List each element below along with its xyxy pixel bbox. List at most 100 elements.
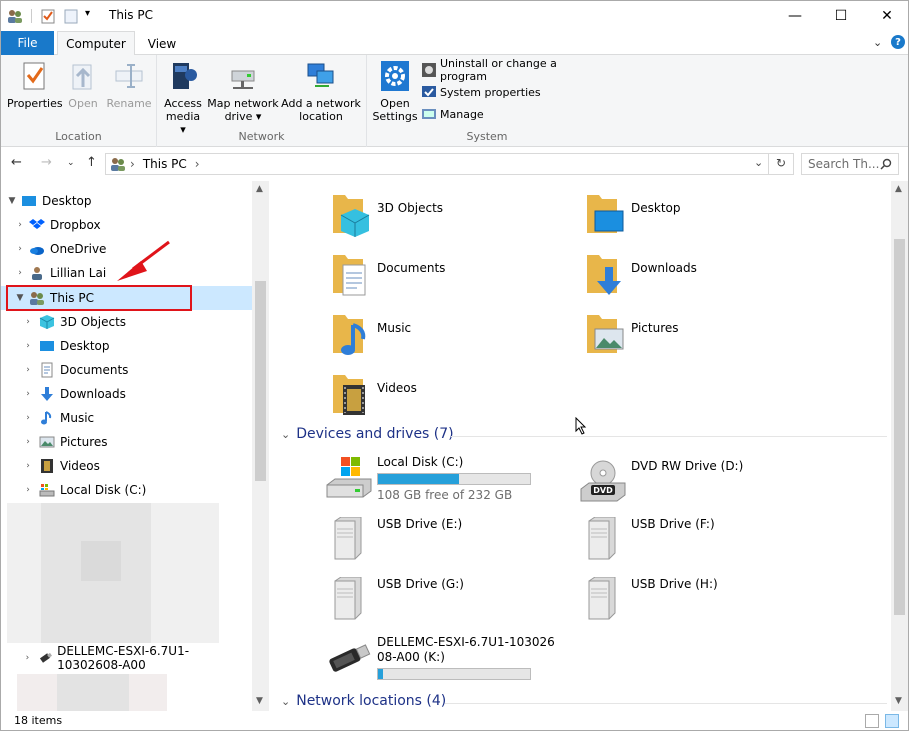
folder-music[interactable]: Music (331, 307, 411, 363)
back-arrow-icon[interactable]: ← (11, 155, 22, 170)
expand-chevron-icon[interactable]: › (23, 317, 33, 327)
group-header-devices[interactable]: ⌄ Devices and drives (7) (281, 426, 454, 442)
forward-arrow-icon[interactable]: → (41, 155, 52, 170)
expand-chevron-icon[interactable]: › (23, 389, 33, 399)
drive-usb-k[interactable]: DELLEMC-ESXI-6.7U1-103026 08-A00 (K:) (325, 635, 555, 680)
drive-usb-e[interactable]: USB Drive (E:) (325, 517, 462, 561)
map-network-drive-button[interactable]: Map network drive ▾ (207, 59, 279, 123)
expand-chevron-icon[interactable]: › (23, 341, 33, 351)
details-view-icon[interactable] (865, 714, 879, 728)
drive-usb-h[interactable]: USB Drive (H:) (579, 577, 718, 621)
scroll-down-icon[interactable]: ▼ (895, 696, 902, 706)
expand-chevron-icon[interactable]: › (23, 437, 33, 447)
tree-item-usb-dellemc[interactable]: › DELLEMC-ESXI-6.7U1-10302608-A00 (1, 644, 253, 672)
tree-item-desktop[interactable]: › Desktop (1, 334, 253, 358)
nav-pane-scrollbar[interactable]: ▲ ▼ (252, 181, 269, 711)
nav-scroll-thumb[interactable] (255, 281, 266, 481)
tree-item-documents[interactable]: › Documents (1, 358, 253, 382)
system-properties-button[interactable]: System properties (421, 82, 541, 102)
properties-button[interactable]: Properties (7, 59, 63, 110)
tree-item-downloads[interactable]: › Downloads (1, 382, 253, 406)
this-pc-icon[interactable] (7, 8, 23, 24)
expand-chevron-icon[interactable]: › (15, 220, 25, 230)
uninstall-program-button[interactable]: Uninstall or change a program (421, 57, 607, 83)
drive-local-disk-c[interactable]: Local Disk (C:) 108 GB free of 232 GB (325, 455, 531, 502)
drive-dvd-rw-d[interactable]: DVD DVD RW Drive (D:) (579, 459, 743, 503)
folder-videos[interactable]: Videos (331, 367, 417, 423)
customize-quick-access-icon[interactable]: ▾ (85, 8, 90, 19)
tab-computer[interactable]: Computer (57, 31, 135, 56)
tree-item-local-disk[interactable]: › Local Disk (C:) (1, 478, 253, 502)
minimize-button[interactable]: — (772, 1, 818, 31)
up-arrow-icon[interactable]: ↑ (86, 155, 97, 170)
tab-view[interactable]: View (137, 31, 187, 56)
content-scroll-thumb[interactable] (894, 239, 905, 615)
add-network-location-button[interactable]: Add a network location (281, 59, 361, 123)
folder-pictures[interactable]: Pictures (585, 307, 679, 363)
folder-videos-icon (333, 375, 365, 415)
recent-locations-chevron-icon[interactable]: ⌄ (67, 158, 75, 168)
folder-label: Music (377, 321, 412, 335)
add-location-label-1: Add a network (281, 97, 361, 110)
expand-chevron-icon[interactable]: › (23, 485, 33, 495)
new-folder-quick-icon[interactable] (63, 8, 79, 24)
folder-3d-objects[interactable]: 3D Objects (331, 187, 443, 243)
group-collapse-chevron-icon[interactable]: ⌄ (281, 428, 290, 441)
maximize-button[interactable]: ☐ (818, 1, 864, 31)
manage-button[interactable]: Manage (421, 104, 484, 124)
large-icons-view-icon[interactable] (885, 714, 899, 728)
tab-file[interactable]: File (1, 31, 54, 55)
open-settings-button[interactable]: Open Settings (371, 59, 419, 123)
open-button[interactable]: Open (63, 59, 103, 110)
refresh-icon[interactable]: ↻ (776, 156, 786, 170)
expand-chevron-icon[interactable]: › (23, 365, 33, 375)
rename-button[interactable]: Rename (105, 59, 153, 110)
uninstall-label: Uninstall or change a program (439, 57, 557, 83)
expand-chevron-icon[interactable]: › (23, 461, 33, 471)
tree-item-desktop-root[interactable]: ▼ Desktop (1, 189, 253, 213)
content-scrollbar[interactable]: ▲ ▼ (891, 181, 908, 711)
folder-downloads[interactable]: Downloads (585, 247, 697, 303)
tree-item-music[interactable]: › Music (1, 406, 253, 430)
drive-usage-bar (377, 668, 531, 680)
collapse-chevron-icon[interactable]: ▼ (7, 196, 17, 206)
folder-desktop[interactable]: Desktop (585, 187, 681, 243)
ribbon-tabs: File Computer View ⌄ (1, 31, 908, 56)
expand-chevron-icon[interactable]: › (15, 244, 25, 254)
tree-label: Desktop (60, 339, 110, 353)
tree-item-videos[interactable]: › Videos (1, 454, 253, 478)
expand-chevron-icon[interactable]: › (23, 653, 32, 663)
scroll-up-icon[interactable]: ▲ (256, 184, 263, 194)
group-collapse-chevron-icon[interactable]: ⌄ (281, 695, 290, 708)
search-input[interactable]: Search Th... (801, 153, 899, 175)
scroll-down-icon[interactable]: ▼ (256, 696, 263, 706)
breadcrumb-this-pc[interactable]: This PC (143, 157, 187, 171)
drive-label-line-2: 08-A00 (K:) (377, 650, 445, 664)
rename-icon (115, 64, 143, 88)
breadcrumb-chevron-icon[interactable]: › (195, 157, 200, 171)
scroll-up-icon[interactable]: ▲ (895, 184, 902, 194)
access-media-button[interactable]: Access media ▾ (163, 59, 203, 136)
drive-usb-g[interactable]: USB Drive (G:) (325, 577, 464, 621)
folder-documents[interactable]: Documents (331, 247, 445, 303)
help-button[interactable]: ? (891, 35, 905, 49)
film-strip-icon (41, 459, 53, 473)
tree-item-3d-objects[interactable]: › 3D Objects (1, 310, 253, 334)
tree-label: Desktop (42, 194, 92, 208)
drive-usb-f[interactable]: USB Drive (F:) (579, 517, 715, 561)
tree-item-pictures[interactable]: › Pictures (1, 430, 253, 454)
ribbon-expand-chevron-icon[interactable]: ⌄ (873, 36, 882, 49)
address-dropdown-icon[interactable]: ⌄ (754, 156, 763, 169)
tree-item-dropbox[interactable]: › Dropbox (1, 213, 253, 237)
group-header-network[interactable]: ⌄ Network locations (4) (281, 693, 446, 709)
content-pane: 3D Objects Desktop Documents Downloads M… (269, 181, 908, 711)
breadcrumb-separator-icon[interactable]: › (130, 157, 135, 171)
expand-chevron-icon[interactable]: › (23, 413, 33, 423)
address-bar[interactable]: › This PC › ⌄ ↻ (105, 153, 794, 175)
folder-label: 3D Objects (377, 201, 444, 215)
close-button[interactable]: ✕ (864, 1, 908, 31)
expand-chevron-icon[interactable]: › (15, 268, 25, 278)
usb-drive-e-icon (334, 517, 362, 560)
title-bar: ▾ This PC — ☐ ✕ (1, 1, 908, 31)
properties-quick-icon[interactable] (40, 8, 56, 24)
